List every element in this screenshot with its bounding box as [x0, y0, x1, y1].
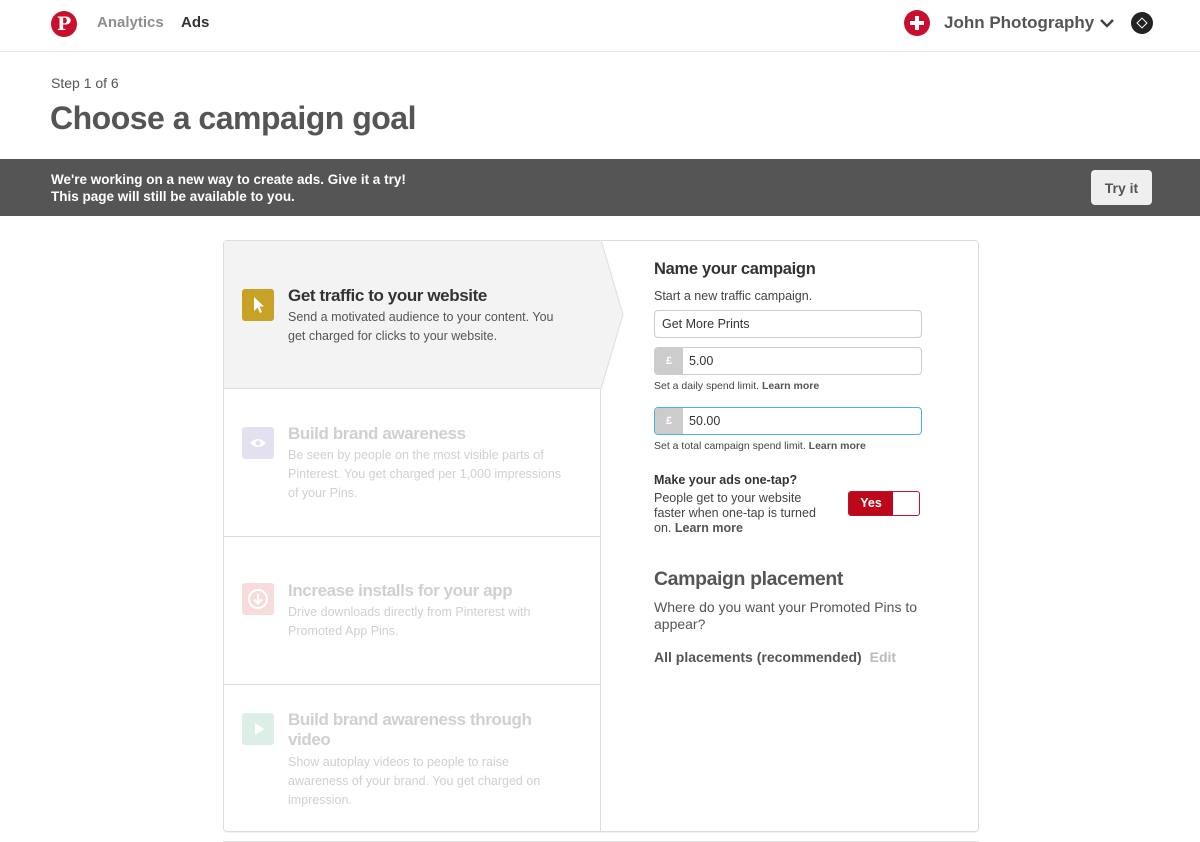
goal-description: Show autoplay videos to people to raise …: [288, 755, 541, 807]
placement-description: Where do you want your Promoted Pins to …: [654, 599, 918, 632]
total-learn-more-link[interactable]: Learn more: [809, 440, 866, 452]
campaign-goal-card: Get traffic to your website Send a motiv…: [223, 240, 979, 832]
goal-list: Get traffic to your website Send a motiv…: [224, 240, 624, 831]
daily-budget-hint: Set a daily spend limit. Learn more: [654, 380, 820, 392]
goal-title: Build brand awareness: [288, 424, 466, 443]
goal-option-awareness[interactable]: Build brand awareness Be seen by people …: [224, 389, 601, 537]
onetap-title: Make your ads one-tap?: [654, 473, 798, 487]
goal-option-video[interactable]: Build brand awareness through video Show…: [224, 685, 601, 831]
daily-budget-input[interactable]: [683, 348, 921, 374]
goal-description: Drive downloads directly from Pinterest …: [288, 605, 531, 638]
new-experience-banner: We're working on a new way to create ads…: [0, 159, 1200, 216]
goal-option-traffic[interactable]: Get traffic to your website Send a motiv…: [224, 241, 601, 389]
banner-line-2: This page will still be available to you…: [51, 189, 295, 204]
nav-analytics[interactable]: Analytics: [97, 14, 164, 31]
goal-option-app-installs[interactable]: Increase installs for your app Drive dow…: [224, 537, 601, 685]
onetap-toggle[interactable]: Yes: [848, 491, 920, 516]
total-budget-input[interactable]: [683, 408, 921, 434]
eye-icon: [242, 427, 274, 459]
campaign-name-input[interactable]: [654, 310, 922, 338]
plus-circle-icon[interactable]: [904, 10, 930, 36]
onetap-description: People get to your website faster when o…: [654, 491, 816, 535]
form-subtitle: Start a new traffic campaign.: [654, 289, 813, 303]
cursor-icon: [242, 289, 274, 321]
pinterest-logo-icon[interactable]: P: [51, 11, 77, 37]
daily-budget-field[interactable]: £: [654, 347, 922, 375]
currency-symbol: £: [655, 408, 683, 434]
account-name[interactable]: John Photography: [944, 13, 1094, 33]
try-it-button[interactable]: Try it: [1091, 170, 1152, 205]
form-title: Name your campaign: [654, 260, 816, 278]
onetap-learn-more-link[interactable]: Learn more: [675, 521, 743, 535]
daily-learn-more-link[interactable]: Learn more: [762, 380, 819, 392]
top-navigation-bar: P Analytics Ads John Photography: [0, 0, 1200, 52]
diamond-options-icon[interactable]: [1131, 12, 1153, 34]
play-icon: [242, 713, 274, 745]
placement-title: Campaign placement: [654, 568, 843, 590]
chevron-down-icon[interactable]: [1098, 14, 1116, 32]
placement-value: All placements (recommended) Edit: [654, 649, 897, 665]
download-icon: [242, 583, 274, 615]
toggle-yes-label: Yes: [849, 492, 893, 515]
banner-line-1: We're working on a new way to create ads…: [51, 172, 406, 187]
goal-title: Increase installs for your app: [288, 581, 513, 600]
goal-title: Get traffic to your website: [288, 286, 487, 305]
total-budget-field[interactable]: £: [654, 407, 922, 435]
page-title: Choose a campaign goal: [50, 100, 416, 136]
currency-symbol: £: [655, 348, 683, 374]
nav-ads[interactable]: Ads: [181, 14, 209, 31]
goal-description: Send a motivated audience to your conten…: [288, 310, 554, 343]
placement-edit-link[interactable]: Edit: [870, 649, 896, 665]
total-budget-hint: Set a total campaign spend limit. Learn …: [654, 440, 866, 452]
banner-message: We're working on a new way to create ads…: [51, 171, 406, 205]
step-indicator: Step 1 of 6: [51, 75, 119, 91]
goal-title: Build brand awareness through video: [288, 710, 532, 749]
selected-goal-arrow: [600, 240, 624, 389]
goal-description: Be seen by people on the most visible pa…: [288, 448, 562, 500]
